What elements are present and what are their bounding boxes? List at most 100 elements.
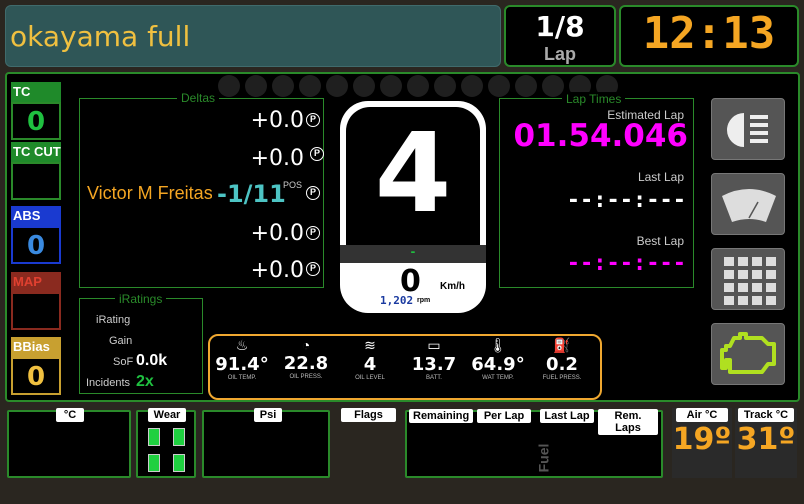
headlight-icon: [727, 113, 768, 147]
shift-light: [488, 75, 510, 97]
track-temp-tag: Track °C: [738, 408, 794, 422]
tire-temp-tag: °C: [56, 408, 84, 422]
water-temp-value: 64.9°: [471, 354, 525, 375]
tc-cut-control[interactable]: TC CUT: [11, 142, 61, 200]
sensor-oil-press: ◔ 22.8 OIL PRESS.: [276, 337, 336, 381]
bbias-label: BBias: [11, 337, 61, 357]
gear-status: -: [410, 243, 416, 259]
flags-tag: Flags: [341, 408, 396, 422]
delta-row-4: +0.0: [250, 258, 304, 283]
oil-level-label: OIL LEVEL: [355, 375, 385, 381]
tire-wear-rl: [148, 454, 160, 472]
tire-wear-tag: Wear: [148, 408, 186, 422]
shift-light: [353, 75, 375, 97]
clock: 12:13: [642, 8, 776, 59]
oil-press-label: OIL PRESS.: [289, 374, 323, 380]
pit-menu-button[interactable]: [711, 248, 785, 310]
lap-label: Lap: [543, 44, 576, 64]
lap-times-title: Lap Times: [562, 92, 626, 106]
air-temp-tag: Air °C: [676, 408, 728, 422]
tc-label: TC: [11, 82, 61, 102]
rpm-value: 1,202: [380, 294, 414, 307]
incidents-value: 2x: [136, 373, 154, 390]
track-name: okayama full: [10, 20, 191, 53]
track-temp-value: 31º: [736, 422, 796, 457]
shift-light: [407, 75, 429, 97]
abs-value: 0: [11, 226, 61, 264]
tc-value: 0: [11, 102, 61, 140]
position-badge-icon: P: [306, 262, 320, 276]
oil-level-value: 4: [363, 354, 377, 375]
map-value: [11, 292, 61, 330]
deltas-title: Deltas: [177, 91, 220, 105]
bbias-control[interactable]: BBias 0: [11, 337, 61, 395]
engine-warning-button[interactable]: [711, 323, 785, 385]
driver-name: Victor M Freitas: [87, 183, 212, 203]
fuel-label: Fuel: [535, 443, 552, 473]
lap-counter: 1/8: [535, 10, 585, 43]
gear-indicator: 4: [374, 109, 452, 237]
wiper-button[interactable]: [711, 173, 785, 235]
shift-light: [380, 75, 402, 97]
headlight-button[interactable]: [711, 98, 785, 160]
fuel-rem-laps-tag: Rem. Laps: [598, 409, 658, 435]
shift-lights: [218, 75, 618, 97]
speed-unit: Km/h: [440, 281, 465, 292]
tire-wear-rr: [173, 454, 185, 472]
shift-light: [326, 75, 348, 97]
battery-value: 13.7: [411, 354, 457, 375]
fuel-last-lap-tag: Last Lap: [540, 409, 594, 423]
sof-value: 0.0k: [136, 352, 168, 369]
delta-row-3: +0.0: [250, 221, 304, 246]
shift-light: [515, 75, 537, 97]
fuel-press-icon: ⛽: [553, 337, 571, 353]
water-temp-label: WAT TEMP.: [482, 375, 514, 381]
rpm-unit: rpm: [417, 297, 431, 304]
sensor-row: ♨ 91.4° OIL TEMP. ◔ 22.8 OIL PRESS. ≋ 4 …: [212, 337, 592, 381]
best-lap-time: --:--:---: [566, 251, 686, 276]
air-temp-panel: Air °C 19º: [672, 408, 732, 478]
check-engine-icon: [720, 332, 776, 374]
shift-light: [299, 75, 321, 97]
shift-light: [218, 75, 240, 97]
grid-icon: [724, 257, 776, 305]
oil-temp-icon: ♨: [235, 337, 249, 353]
fuel-per-lap-tag: Per Lap: [477, 409, 531, 423]
oil-press-icon: ◔: [301, 337, 311, 353]
incidents-label: Incidents: [86, 377, 131, 389]
bbias-value: 0: [11, 357, 61, 395]
tc-cut-value: [11, 162, 61, 200]
shift-light: [272, 75, 294, 97]
gain-label: Gain: [109, 335, 133, 347]
map-control[interactable]: MAP: [11, 272, 61, 330]
air-temp-value: 19º: [672, 422, 732, 457]
last-lap-label: Last Lap: [637, 170, 684, 184]
position-badge-icon: P: [306, 226, 320, 240]
abs-label: ABS: [11, 206, 61, 226]
oil-temp-label: OIL TEMP.: [227, 375, 257, 381]
tc-control[interactable]: TC 0: [11, 82, 61, 140]
abs-control[interactable]: ABS 0: [11, 206, 61, 264]
sensor-oil-temp: ♨ 91.4° OIL TEMP.: [212, 337, 272, 381]
battery-icon: ▭: [427, 337, 441, 353]
estimated-lap-time: 01.54.046: [513, 118, 688, 154]
fuel-press-label: FUEL PRESS.: [542, 375, 582, 381]
water-temp-icon: 🌡: [489, 337, 507, 353]
pos-label: POS: [283, 180, 303, 190]
fuel-press-value: 0.2: [546, 354, 578, 375]
iratings-title: iRatings: [115, 292, 167, 306]
track-temp-panel: Track °C 31º: [735, 408, 797, 478]
tc-cut-label: TC CUT: [11, 142, 61, 162]
position-badge-icon: P: [310, 147, 324, 161]
position-delta: -1/11: [217, 180, 286, 208]
fuel-remaining-tag: Remaining: [409, 409, 473, 423]
last-lap-time: --:--:---: [566, 188, 686, 213]
tire-wear-fr: [173, 428, 185, 446]
best-lap-label: Best Lap: [636, 234, 684, 248]
irating-label: iRating: [96, 314, 131, 326]
shift-light: [434, 75, 456, 97]
delta-row-2: +0.0: [250, 146, 304, 171]
sensor-battery: ▭ 13.7 BATT.: [404, 337, 464, 381]
oil-level-icon: ≋: [364, 337, 376, 353]
tire-pressure-tag: Psi: [254, 408, 282, 422]
